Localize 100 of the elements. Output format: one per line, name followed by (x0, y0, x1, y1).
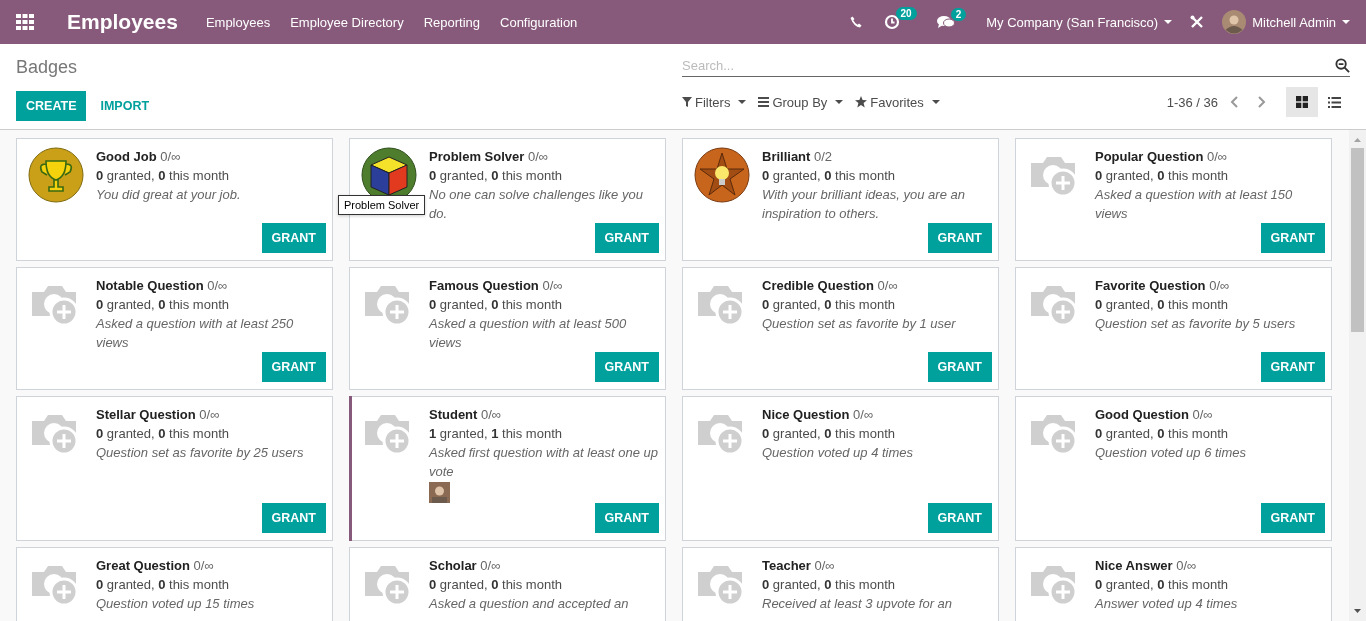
grant-button[interactable]: GRANT (927, 223, 992, 253)
menu-item[interactable]: Configuration (500, 14, 578, 30)
search-field[interactable]: Search... (682, 57, 1335, 73)
badge-description: Question set as favorite by 25 users (96, 444, 305, 462)
badge-description: Question voted up 15 times (96, 595, 256, 613)
badge-card[interactable]: Nice Question 0/∞ 0 granted, 0 this month Question voted up 4 times GRANT (682, 396, 999, 541)
message-count: 2 (950, 8, 967, 21)
badge-count: 0/∞ (1209, 278, 1230, 293)
badge-card[interactable]: Good Question 0/∞ 0 granted, 0 this month Question voted up 6 times GRANT (1015, 396, 1332, 541)
granted-summary: 0 granted, 0 this month (762, 425, 896, 443)
grant-button[interactable]: GRANT (1260, 503, 1325, 533)
badge-description: Question set as favorite by 1 user (762, 315, 957, 333)
badge-count: 0/∞ (1192, 407, 1213, 422)
badge-card[interactable]: Favorite Question 0/∞ 0 granted, 0 this month Question set as favorite by 5 users GRANT (1015, 267, 1332, 390)
star-lightbulb-badge-icon (694, 147, 750, 203)
scrollbar-drawing[interactable] (1349, 130, 1366, 621)
badge-name: Good Question (1095, 407, 1189, 422)
badge-count: 0/∞ (542, 278, 563, 293)
grant-button[interactable]: GRANT (594, 223, 659, 253)
badge-description: Asked first question with at least one up vote (429, 444, 659, 481)
menu-item[interactable]: Reporting (423, 14, 480, 30)
apps-menu-icon[interactable] (16, 14, 34, 30)
badge-description: Received at least 3 upvote for an (762, 595, 954, 613)
clock-icon[interactable] (883, 14, 900, 30)
grid-icon (1296, 96, 1308, 108)
badge-count: 0/∞ (193, 558, 214, 573)
chat-icon[interactable] (936, 15, 955, 29)
badge-count: 0/∞ (853, 407, 874, 422)
import-button[interactable]: IMPORT (92, 91, 158, 121)
activity-count: 20 (895, 7, 917, 20)
badge-description: No one can solve challenges like you do. (429, 186, 644, 223)
granted-summary: 0 granted, 0 this month (96, 296, 230, 314)
badge-name: Student (429, 407, 478, 422)
badge-name: Brilliant (762, 149, 811, 164)
badge-card[interactable]: Great Question 0/∞ 0 granted, 0 this month Question voted up 15 times (16, 547, 333, 621)
badge-name: Notable Question (96, 278, 204, 293)
badge-count: 0/2 (814, 149, 833, 164)
badge-card[interactable]: Teacher 0/∞ 0 granted, 0 this month Received at least 3 upvote for an (682, 547, 999, 621)
search-option-dropdown[interactable]: Filters (682, 94, 747, 110)
grant-button[interactable]: GRANT (261, 503, 326, 533)
badge-card[interactable]: Good Job 0/∞ 0 granted, 0 this month You did great at your job. GRANT (16, 138, 333, 261)
badge-description: You did great at your job. (96, 186, 242, 204)
badge-name: Favorite Question (1095, 278, 1206, 293)
badge-name: Scholar (429, 558, 477, 573)
badge-name: Nice Answer (1095, 558, 1173, 573)
badge-card[interactable]: Stellar Question 0/∞ 0 granted, 0 this month Question set as favorite by 25 users GRANT (16, 396, 333, 541)
next-page-icon[interactable] (1258, 96, 1266, 108)
granted-summary: 0 granted, 0 this month (1095, 296, 1229, 314)
badge-count: 0/∞ (199, 407, 220, 422)
previous-page-icon[interactable] (1230, 96, 1238, 108)
lines-icon (758, 97, 770, 107)
badge-card[interactable]: Notable Question 0/∞ 0 granted, 0 this month Asked a question with at least 250 views GRANT (16, 267, 333, 390)
grant-button[interactable]: GRANT (261, 223, 326, 253)
create-button[interactable]: CREATE (16, 91, 87, 121)
grant-button[interactable]: GRANT (927, 352, 992, 382)
grant-button[interactable]: GRANT (594, 503, 659, 533)
search-option-dropdown[interactable]: Group By (758, 94, 844, 110)
menu-item[interactable]: Employee Directory (290, 14, 404, 30)
search-option-dropdown[interactable]: Favorites (855, 94, 940, 110)
user-menu[interactable]: Mitchell Admin (1252, 14, 1350, 30)
grant-button[interactable]: GRANT (261, 352, 326, 382)
badge-card[interactable]: Credible Question 0/∞ 0 granted, 0 this month Question set as favorite by 1 user GRANT (682, 267, 999, 390)
granted-summary: 0 granted, 0 this month (762, 167, 896, 185)
grant-button[interactable]: GRANT (927, 503, 992, 533)
user-avatar[interactable] (1222, 10, 1247, 34)
grant-button[interactable]: GRANT (1260, 223, 1325, 253)
badge-count: 0/∞ (1176, 558, 1197, 573)
badge-name: Great Question (96, 558, 190, 573)
badge-description: Asked a question with at least 150 views (1095, 186, 1294, 223)
badge-card[interactable]: Scholar 0/∞ 0 granted, 0 this month Asked a question and accepted an (349, 547, 666, 621)
trophy-badge-icon (28, 147, 84, 203)
badge-card[interactable]: Student 0/∞ 1 granted, 1 this month Asked first question with at least one up vote GRANT (349, 396, 666, 541)
badge-count: 0/∞ (528, 149, 549, 164)
star-icon (855, 96, 868, 108)
grant-button[interactable]: GRANT (1260, 352, 1325, 382)
breadcrumb: Badges (16, 56, 79, 79)
badge-card[interactable]: Famous Question 0/∞ 0 granted, 0 this month Asked a question with at least 500 views GRANT (349, 267, 666, 390)
badge-name: Stellar Question (96, 407, 196, 422)
badge-name: Famous Question (429, 278, 539, 293)
kanban-view-button[interactable] (1286, 87, 1318, 117)
search-icon[interactable] (1335, 57, 1350, 73)
badge-card[interactable]: Popular Question 0/∞ 0 granted, 0 this month Asked a question with at least 150 views GRANT (1015, 138, 1332, 261)
badge-description: Asked a question and accepted an (429, 595, 630, 613)
tooltip: Problem Solver (338, 195, 426, 215)
company-switcher[interactable]: My Company (San Francisco) (986, 14, 1173, 30)
phone-icon[interactable] (849, 16, 862, 28)
pager-value: 1-36 / 36 (1166, 94, 1218, 110)
badge-name: Credible Question (762, 278, 874, 293)
granted-summary: 0 granted, 0 this month (762, 576, 896, 594)
badge-description: Answer voted up 4 times (1095, 595, 1239, 613)
grant-button[interactable]: GRANT (594, 352, 659, 382)
badge-description: Question set as favorite by 5 users (1095, 315, 1297, 333)
granted-summary: 0 granted, 0 this month (429, 576, 563, 594)
badge-card[interactable]: Brilliant 0/2 0 granted, 0 this month With your brilliant ideas, you are an inspiration to others. GRANT (682, 138, 999, 261)
app-title: Employees (67, 10, 178, 34)
badge-name: Nice Question (762, 407, 850, 422)
menu-item[interactable]: Employees (205, 14, 271, 30)
badge-description: Asked a question with at least 500 views (429, 315, 628, 352)
badge-card[interactable]: Nice Answer 0/∞ 0 granted, 0 this month Answer voted up 4 times (1015, 547, 1332, 621)
granted-summary: 0 granted, 0 this month (762, 296, 896, 314)
